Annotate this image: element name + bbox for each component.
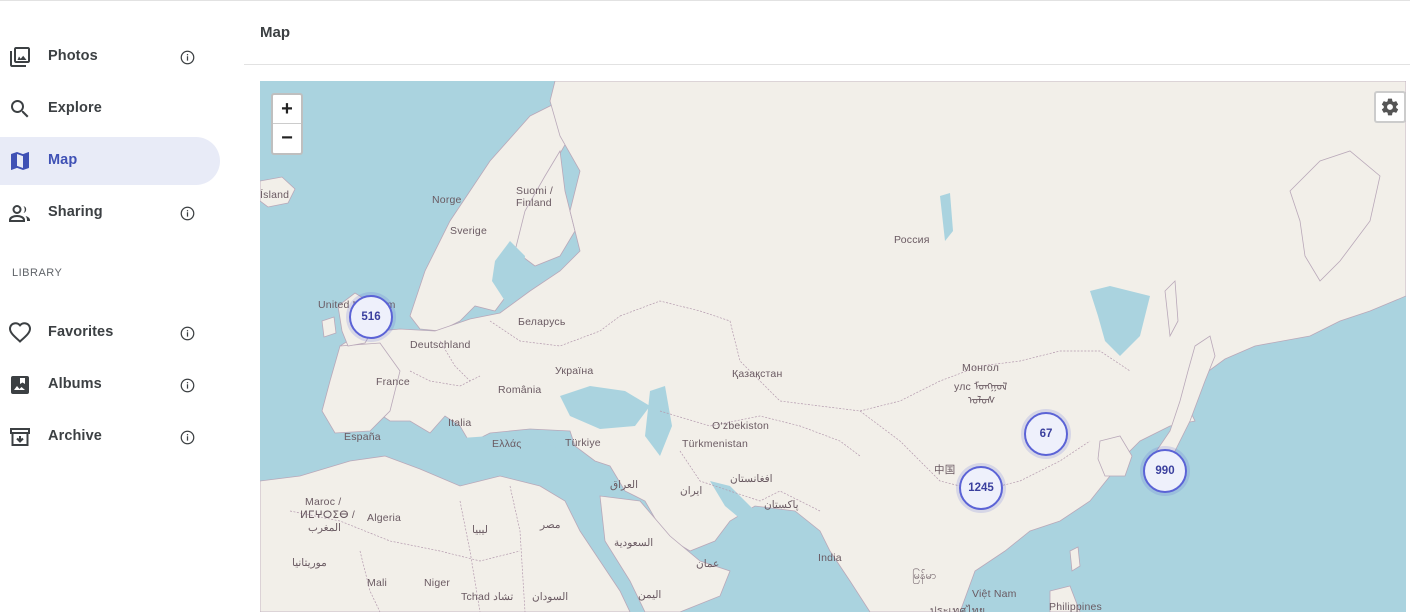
map-label: România [498,384,542,396]
map-label: Italia [448,417,472,429]
photo-cluster-marker[interactable]: 516 [349,295,393,339]
map-label: Niger [424,577,451,589]
people-icon [9,204,30,222]
photo-cluster-marker[interactable]: 67 [1024,412,1068,456]
info-icon[interactable] [180,326,195,341]
map-label: العراق [610,479,639,491]
albums-icon [11,376,29,394]
map-label: ایران [680,485,703,497]
map-label: Россия [894,234,930,246]
sidebar-item-label: Favorites [48,324,114,340]
info-icon[interactable] [180,378,195,393]
map-view[interactable]: Ísland Norge Suomi / Finland Sverige Uni… [260,81,1406,612]
map-icon [11,152,29,170]
map-label: السودان [532,591,569,603]
sidebar-item-albums[interactable]: Albums [0,361,220,409]
map-label: Mali [367,577,388,589]
info-icon[interactable] [180,430,195,445]
map-label: Philippines [1049,601,1102,612]
map-label: Maroc / [305,496,342,508]
map-label: مصر [540,519,561,531]
map-label: Deutschland [410,339,471,351]
map-label: المغرب [308,522,341,534]
map-label: Ελλάς [492,438,522,450]
page-title: Map [260,24,290,41]
sidebar-item-map[interactable]: Map [0,137,220,185]
zoom-out-button[interactable]: − [273,124,301,153]
map-label: Tchad تشاد [461,591,514,603]
map-label: España [344,431,381,443]
map-label: Қазақстан [732,368,783,380]
sidebar-item-label: Archive [48,428,102,444]
sidebar-item-label: Albums [48,376,102,392]
map-label: Sverige [450,225,488,237]
photos-icon [10,47,30,67]
map-label: Türkiye [565,437,601,449]
map-label: Україна [555,365,594,377]
sidebar-item-favorites[interactable]: Favorites [0,309,220,357]
map-label: Монгол [962,362,1000,374]
map-label: السعودية [614,537,654,549]
archive-icon [10,428,30,446]
map-label: ليبيا [472,524,488,536]
sidebar-item-archive[interactable]: Archive [0,413,220,461]
map-label: India [818,552,842,564]
sidebar-item-label: Explore [48,100,102,116]
photo-cluster-marker[interactable]: 990 [1143,449,1187,493]
map-label: Ísland [260,189,290,201]
map-label: موريتانيا [292,557,327,569]
gear-icon [1381,98,1399,116]
map-label: 中国 [934,464,956,476]
zoom-control: + − [271,93,303,155]
map-label: عمان [696,558,720,570]
sidebar-item-label: Sharing [48,204,103,220]
photo-cluster-marker[interactable]: 1245 [959,466,1003,510]
map-label: ประเทศไทย [930,605,986,612]
zoom-in-button[interactable]: + [273,95,301,124]
sidebar-item-label: Map [48,152,78,168]
map-label: ᠤᠯᠤᠰ [968,395,996,407]
heart-icon [8,322,32,343]
map-label: ⵍⵎⵖⵔⵉⴱ / [300,509,355,521]
header-divider [244,64,1410,65]
sidebar: Photos Explore Map Sharing LIBRARY Favor… [0,0,244,612]
map-label: မြန်မာ [912,570,937,582]
info-icon[interactable] [180,206,195,221]
map-label: اليمن [638,589,662,601]
map-label: Suomi / [516,185,553,197]
map-label: Algeria [367,512,402,524]
map-label: Finland [516,197,552,209]
library-section-title: LIBRARY [12,267,63,279]
info-icon[interactable] [180,50,195,65]
map-label: افغانستان [730,473,773,485]
sidebar-item-photos[interactable]: Photos [0,33,220,81]
map-label: Norge [432,194,462,206]
sidebar-item-explore[interactable]: Explore [0,85,220,133]
search-icon [11,100,29,118]
map-settings-button[interactable] [1374,91,1406,123]
map-label: France [376,376,410,388]
map-label: Беларусь [518,316,566,328]
sidebar-item-label: Photos [48,48,98,64]
map-label: Türkmenistan [682,438,749,450]
map-label: O‘zbekiston [712,420,770,432]
sidebar-item-sharing[interactable]: Sharing [0,189,220,237]
map-label: Việt Nam [972,588,1017,600]
map-label: پاکستان [764,499,799,511]
